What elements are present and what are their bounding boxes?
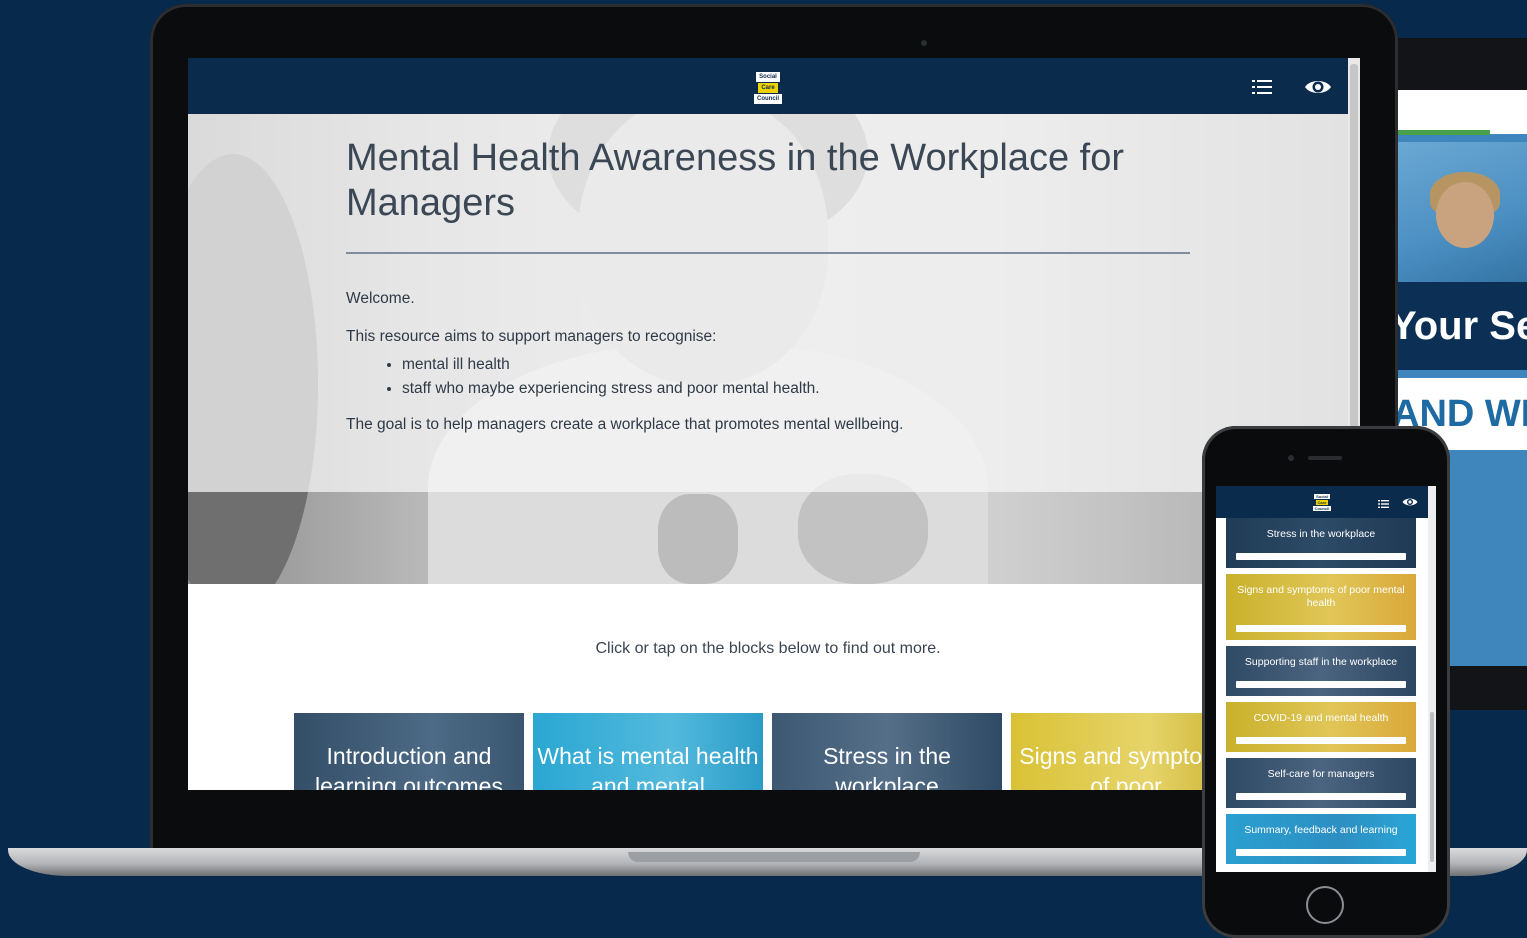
phone-tile-stress[interactable]: Stress in the workplace [1226,518,1416,568]
phone-tile-summary[interactable]: Summary, feedback and learning [1226,814,1416,864]
laptop-screen: Social Care Council Mental Health Awaren… [188,58,1360,790]
tablet-hero-photo [1398,142,1527,282]
eye-icon[interactable] [1304,76,1332,103]
logo-line-3: Council [1312,505,1332,511]
social-care-council-logo[interactable]: Social Care Council [1310,490,1334,514]
phone-topic-tiles: Stress in the workplace Signs and sympto… [1226,518,1416,870]
phone-site-header: Social Care Council [1216,486,1428,518]
progress-bar [1236,625,1406,632]
tile-label: Supporting staff in the workplace [1244,656,1398,668]
tile-label: COVID-19 and mental health [1253,712,1389,724]
progress-bar [1236,849,1406,856]
progress-bar [1236,681,1406,688]
cta-instruction: Click or tap on the blocks below to find… [595,640,941,657]
tile-label: Self-care for managers [1267,768,1375,780]
logo-line-1: Social [1314,493,1330,499]
eye-icon[interactable] [1402,495,1418,513]
page-title: Mental Health Awareness in the Workplace… [346,137,1124,224]
topic-tiles: Introduction and learning outcomes What … [294,713,1241,790]
intro-sentence: This resource aims to support managers t… [346,328,717,345]
phone-tile-self-care[interactable]: Self-care for managers [1226,758,1416,808]
tile-label: What is mental health and mental [537,743,759,790]
tile-label: Signs and symptoms of poor mental health [1237,584,1405,609]
welcome-text: Welcome. [346,290,415,307]
logo-line-3: Council [754,94,782,104]
phone-home-button[interactable] [1306,886,1344,924]
intro-text: Welcome. This resource aims to support m… [346,290,1106,454]
list-item: staff who maybe experiencing stress and … [402,380,1106,398]
tile-stress-in-workplace[interactable]: Stress in the workplace [772,713,1002,790]
tablet-heading-band: Your Se [1398,282,1527,370]
tile-introduction[interactable]: Introduction and learning outcomes [294,713,524,790]
phone-tile-signs-symptoms[interactable]: Signs and symptoms of poor mental health [1226,574,1416,640]
logo-line-2: Care [1315,499,1329,505]
tile-label: Introduction and learning outcomes [315,743,503,790]
phone-device: Social Care Council Stress in the workpl… [1202,426,1450,938]
logo-line-2: Care [758,83,778,93]
tile-label: Stress in the workplace [1266,528,1376,540]
laptop-notch [628,852,920,862]
goal-text: The goal is to help managers create a wo… [346,416,904,433]
list-icon[interactable] [1252,78,1272,101]
progress-bar [1236,737,1406,744]
social-care-council-logo[interactable]: Social Care Council [751,70,785,106]
tablet-top-bar [1398,90,1527,135]
phone-camera [1288,455,1294,461]
phone-speaker [1308,456,1342,460]
list-icon[interactable] [1378,496,1389,514]
tile-label: Stress in the workplace [823,743,951,790]
progress-bar [1236,553,1406,560]
list-item: mental ill health [402,356,1106,374]
scrollbar-thumb[interactable] [1430,712,1434,862]
site-header: Social Care Council [188,58,1348,114]
tile-label: Summary, feedback and learning [1244,824,1398,836]
title-divider [346,252,1190,254]
progress-bar [1236,793,1406,800]
laptop-camera [921,40,927,46]
phone-screen: Social Care Council Stress in the workpl… [1216,486,1436,872]
recognise-list: mental ill health staff who maybe experi… [346,356,1106,398]
tablet-heading-text: Your Se [1398,304,1527,348]
phone-tile-covid[interactable]: COVID-19 and mental health [1226,702,1416,752]
logo-line-1: Social [756,72,780,82]
tile-what-is-mental-health[interactable]: What is mental health and mental [533,713,763,790]
phone-scrollbar[interactable] [1428,486,1436,872]
phone-tile-supporting-staff[interactable]: Supporting staff in the workplace [1226,646,1416,696]
